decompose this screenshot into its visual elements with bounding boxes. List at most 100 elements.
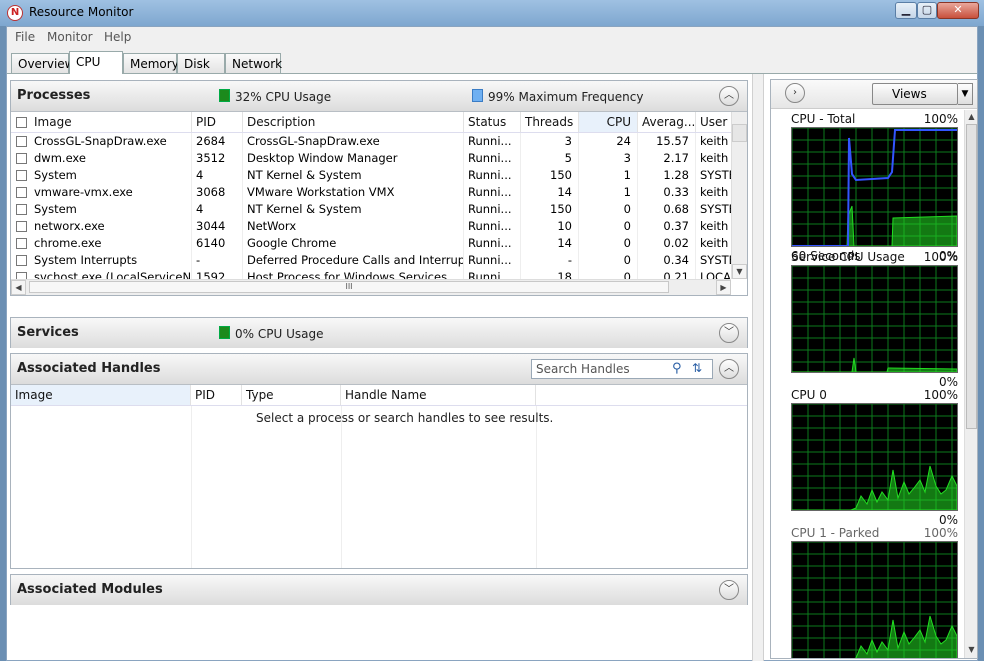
graphs-scroll-thumb[interactable] xyxy=(966,124,977,429)
process-cell: Host Process for Windows Services xyxy=(243,269,464,279)
process-checkbox[interactable] xyxy=(16,187,27,198)
process-checkbox[interactable] xyxy=(16,170,27,181)
process-cell: 18 xyxy=(521,269,579,279)
process-cell: Desktop Window Manager xyxy=(243,150,464,167)
handles-header[interactable]: Associated Handles Search Handles ⚲ ⇅ ︿ xyxy=(11,354,747,385)
process-cell: 0.34 xyxy=(638,252,696,269)
refresh-icon[interactable]: ⇅ xyxy=(692,361,702,375)
services-cpu-usage-text: 0% CPU Usage xyxy=(235,327,324,341)
graph-label: CPU - Total xyxy=(791,112,856,126)
process-cell: 4 xyxy=(192,201,243,218)
processes-vertical-scrollbar[interactable]: ▼ xyxy=(731,112,747,279)
menu-monitor[interactable]: Monitor xyxy=(47,30,93,44)
handles-column-type[interactable]: Type xyxy=(242,385,341,405)
handles-search-box[interactable]: Search Handles ⚲ ⇅ xyxy=(531,359,713,379)
resource-monitor-icon: N xyxy=(7,5,23,21)
cpu-graph xyxy=(791,265,958,373)
tab-memory[interactable]: Memory xyxy=(123,53,179,73)
process-cell: keith xyxy=(696,218,731,235)
process-row[interactable]: networx.exe 3044 NetWorx Runni... 10 0 0.37 kei… xyxy=(11,218,731,235)
modules-expand-button[interactable]: ﹀ xyxy=(719,580,739,600)
process-row[interactable]: dwm.exe 3512 Desktop Window Manager Runni..… xyxy=(11,150,731,167)
process-cell: 0.21 xyxy=(638,269,696,279)
process-cell: 0.37 xyxy=(638,218,696,235)
process-row[interactable]: System 4 NT Kernel & System Runni... 150 1 1.2… xyxy=(11,167,731,184)
column-pid[interactable]: PID xyxy=(192,112,243,132)
column-description[interactable]: Description xyxy=(243,112,464,132)
process-cell: SYSTEI xyxy=(696,252,731,269)
process-checkbox[interactable] xyxy=(16,255,27,266)
handles-section: Associated Handles Search Handles ⚲ ⇅ ︿ … xyxy=(10,353,748,569)
handles-column-handle-name[interactable]: Handle Name xyxy=(341,385,536,405)
graph-max-value: 100% xyxy=(923,388,958,402)
process-checkbox[interactable] xyxy=(16,136,27,147)
close-button[interactable]: ✕ xyxy=(937,2,979,19)
process-cell: 2.17 xyxy=(638,150,696,167)
processes-scroll-left[interactable]: ◀ xyxy=(11,280,26,295)
graphs-scroll-down[interactable]: ▼ xyxy=(966,645,977,655)
process-row[interactable]: System 4 NT Kernel & System Runni... 150 0 0.6… xyxy=(11,201,731,218)
process-row[interactable]: System Interrupts - Deferred Procedure Cal… xyxy=(11,252,731,269)
processes-collapse-button[interactable]: ︿ xyxy=(719,86,739,106)
minimize-button[interactable]: ▁ xyxy=(895,2,917,19)
column-user-name[interactable]: User N xyxy=(696,112,732,132)
tab-network[interactable]: Network xyxy=(225,53,282,73)
graph-label: Service CPU Usage xyxy=(791,250,905,264)
column-image[interactable]: Image xyxy=(30,112,192,132)
views-button[interactable]: Views xyxy=(872,83,958,105)
services-header[interactable]: Services 0% CPU Usage ﹀ xyxy=(11,318,747,348)
cpu-graph xyxy=(791,403,958,511)
handles-column-pid[interactable]: PID xyxy=(191,385,242,405)
tab-cpu[interactable]: CPU xyxy=(69,51,123,74)
process-row[interactable]: vmware-vmx.exe 3068 VMware Workstation VMX… xyxy=(11,184,731,201)
processes-hscroll-thumb[interactable]: III xyxy=(29,281,669,293)
process-cell: Google Chrome xyxy=(243,235,464,252)
process-cell: 0 xyxy=(579,252,638,269)
graph-max-value: 100% xyxy=(923,250,958,264)
views-dropdown-arrow[interactable]: ▼ xyxy=(958,83,973,105)
processes-vscroll-thumb[interactable] xyxy=(732,124,747,142)
process-checkbox[interactable] xyxy=(16,221,27,232)
graphs-vertical-scrollbar[interactable]: ▲ ▼ xyxy=(964,110,977,658)
processes-horizontal-scrollbar[interactable]: ◀ III ▶ xyxy=(11,279,731,295)
services-cpu-usage: 0% CPU Usage xyxy=(219,326,323,341)
maximize-button[interactable]: ▢ xyxy=(917,2,937,19)
process-row[interactable]: chrome.exe 6140 Google Chrome Runni... 14 0 0.… xyxy=(11,235,731,252)
process-cell: 2684 xyxy=(192,133,243,150)
process-cell: 6140 xyxy=(192,235,243,252)
search-icon[interactable]: ⚲ xyxy=(672,361,682,376)
column-cpu[interactable]: CPU xyxy=(579,112,638,132)
process-checkbox[interactable] xyxy=(16,238,27,249)
menu-file[interactable]: File xyxy=(15,30,35,44)
graphs-scroll-up[interactable]: ▲ xyxy=(966,112,977,122)
column-average-cpu[interactable]: Averag... xyxy=(638,112,696,132)
process-cell: keith xyxy=(696,235,731,252)
services-expand-button[interactable]: ﹀ xyxy=(719,323,739,343)
handles-collapse-button[interactable]: ︿ xyxy=(719,359,739,379)
process-checkbox[interactable] xyxy=(16,153,27,164)
graphs-toolbar: › Views ▼ xyxy=(771,80,977,109)
process-checkbox[interactable] xyxy=(16,272,27,279)
column-threads[interactable]: Threads xyxy=(521,112,579,132)
process-row[interactable]: svchost.exe (LocalServiceNo... 1592 Host P… xyxy=(11,269,731,279)
column-status[interactable]: Status xyxy=(464,112,521,132)
select-all-checkbox[interactable] xyxy=(16,117,27,128)
handles-column-image[interactable]: Image xyxy=(11,385,191,405)
process-cell: Runni... xyxy=(464,184,521,201)
process-cell: 24 xyxy=(579,133,638,150)
tab-disk[interactable]: Disk xyxy=(177,53,225,73)
pane-splitter[interactable] xyxy=(752,74,764,661)
process-cell: networx.exe xyxy=(30,218,192,235)
graphs-expand-arrow[interactable]: › xyxy=(785,83,805,103)
menu-help[interactable]: Help xyxy=(104,30,131,44)
tab-overview[interactable]: Overview xyxy=(11,53,75,73)
processes-scroll-down[interactable]: ▼ xyxy=(732,264,747,279)
handles-search-input[interactable]: Search Handles xyxy=(536,362,630,376)
processes-header[interactable]: Processes 32% CPU Usage 99% Maximum Freq… xyxy=(11,81,747,112)
processes-scroll-right[interactable]: ▶ xyxy=(716,280,731,295)
process-row[interactable]: CrossGL-SnapDraw.exe 2684 CrossGL-SnapDraw… xyxy=(11,133,731,150)
processes-cpu-usage: 32% CPU Usage xyxy=(219,89,331,104)
process-checkbox[interactable] xyxy=(16,204,27,215)
modules-header[interactable]: Associated Modules ﹀ xyxy=(11,575,747,605)
processes-max-frequency: 99% Maximum Frequency xyxy=(472,89,643,104)
